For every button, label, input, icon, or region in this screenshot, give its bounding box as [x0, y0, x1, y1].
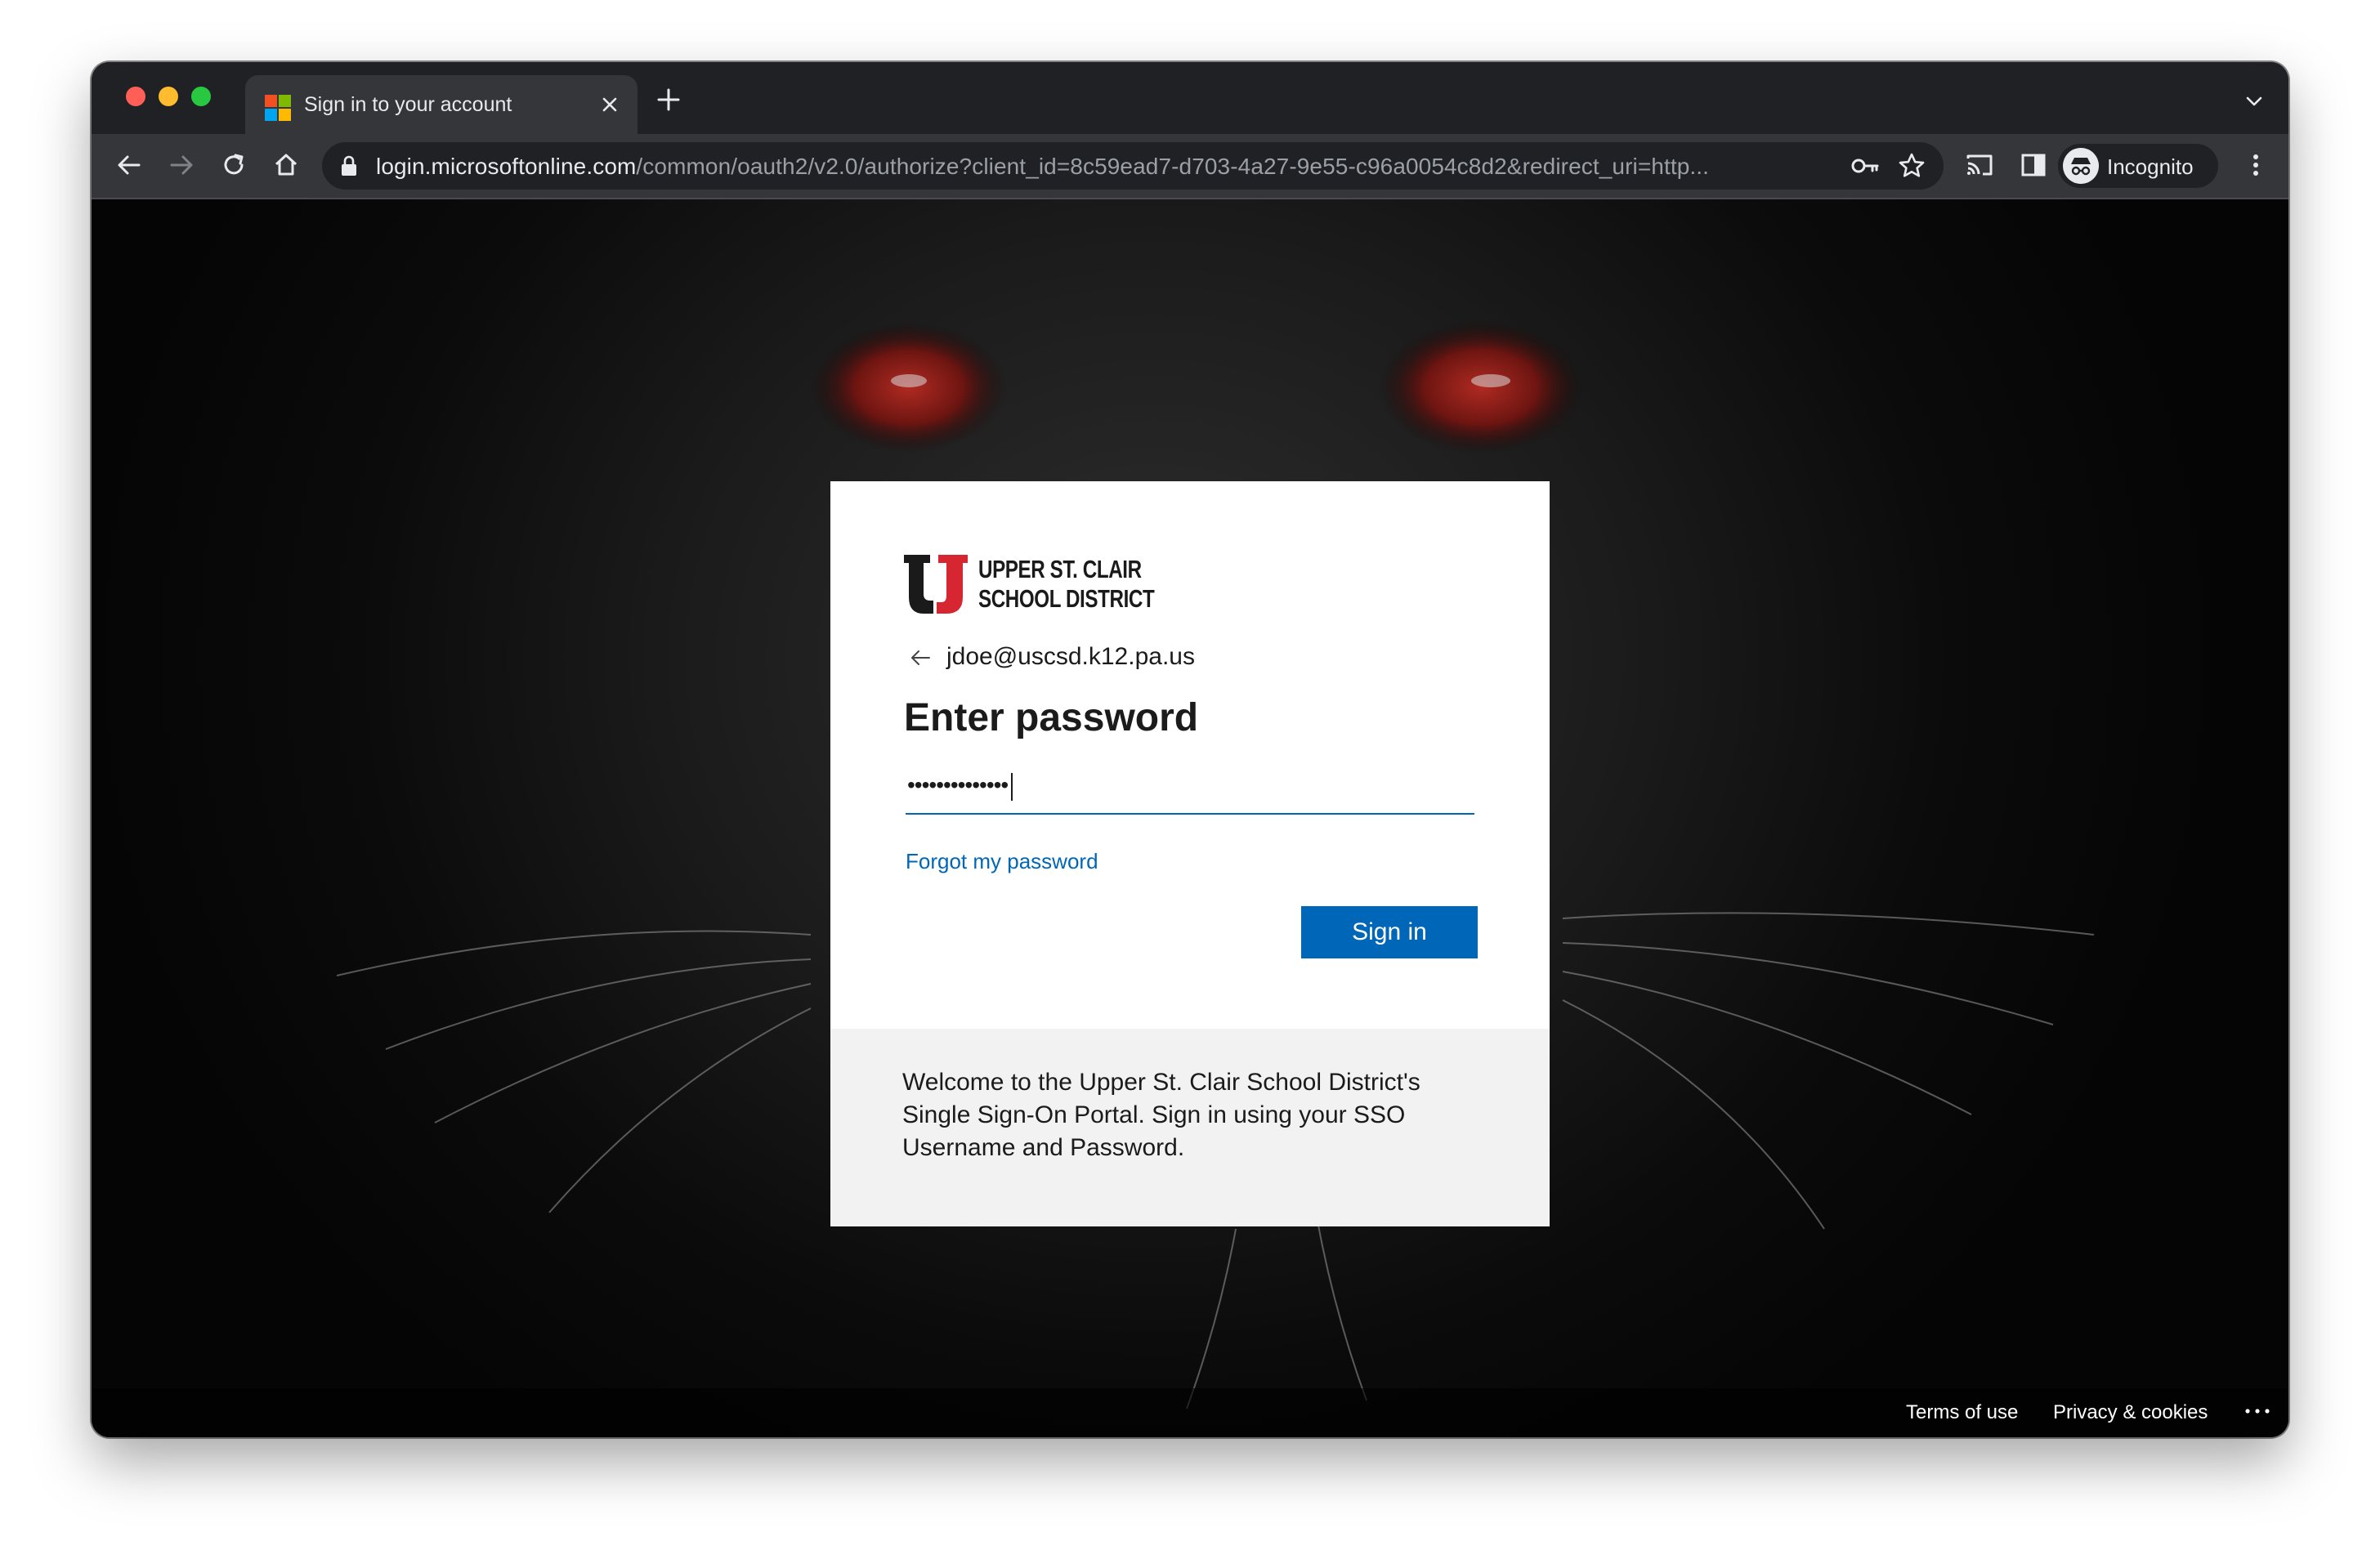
logo-text-line1: UPPER ST. CLAIR	[978, 555, 1142, 583]
password-value: ••••••••••••••	[907, 772, 1013, 801]
lock-icon[interactable]	[340, 155, 358, 176]
incognito-icon	[2063, 148, 2099, 184]
new-tab-icon[interactable]	[655, 87, 682, 113]
close-tab-icon[interactable]	[598, 93, 621, 116]
more-options-icon[interactable]: ...	[2241, 1398, 2274, 1423]
welcome-text: Welcome to the Upper St. Clair School Di…	[902, 1069, 1420, 1161]
more-menu-icon[interactable]	[2239, 149, 2272, 181]
tab-title: Sign in to your account	[304, 93, 512, 116]
back-icon[interactable]	[113, 149, 145, 181]
url-path: /common/oauth2/v2.0/authorize?client_id=…	[636, 154, 1710, 179]
district-logo-mark	[904, 555, 968, 614]
incognito-label: Incognito	[2107, 154, 2194, 179]
microsoft-logo-icon	[265, 95, 291, 121]
address-bar[interactable]: login.microsoftonline.com/common/oauth2/…	[322, 142, 1944, 190]
page-content: UPPER ST. CLAIR SCHOOL DISTRICT jdoe@usc…	[92, 199, 2288, 1437]
page-title: Enter password	[904, 696, 1199, 739]
district-logo: UPPER ST. CLAIR SCHOOL DISTRICT	[904, 555, 1155, 619]
close-window-button[interactable]	[126, 87, 145, 106]
minimize-window-button[interactable]	[159, 87, 178, 106]
forgot-password-link[interactable]: Forgot my password	[906, 849, 1098, 874]
maximize-window-button[interactable]	[191, 87, 211, 106]
side-panel-icon[interactable]	[2017, 149, 2050, 181]
back-arrow-icon[interactable]	[909, 646, 932, 669]
browser-window: Sign in to your account login.microsofto…	[92, 62, 2288, 1437]
bookmark-star-icon[interactable]	[1898, 152, 1926, 180]
key-icon[interactable]	[1850, 154, 1880, 178]
cast-icon[interactable]	[1963, 149, 1996, 181]
password-input[interactable]: ••••••••••••••	[906, 767, 1474, 815]
district-logo-text: UPPER ST. CLAIR SCHOOL DISTRICT	[978, 555, 1155, 614]
page-footer: Terms of use Privacy & cookies ...	[92, 1388, 2288, 1437]
home-icon[interactable]	[270, 149, 302, 181]
incognito-profile-button[interactable]: Incognito	[2058, 144, 2218, 188]
logo-text-line2: SCHOOL DISTRICT	[978, 584, 1155, 613]
signin-card: UPPER ST. CLAIR SCHOOL DISTRICT jdoe@usc…	[830, 481, 1550, 1226]
chevron-down-icon[interactable]	[2243, 90, 2266, 113]
browser-toolbar: login.microsoftonline.com/common/oauth2/…	[92, 134, 2288, 199]
url-text[interactable]: login.microsoftonline.com/common/oauth2/…	[376, 154, 1709, 180]
text-caret	[1011, 772, 1013, 801]
identity-email: jdoe@uscsd.k12.pa.us	[946, 643, 1195, 670]
welcome-banner: Welcome to the Upper St. Clair School Di…	[830, 1029, 1550, 1226]
forward-icon[interactable]	[165, 149, 198, 181]
password-dots: ••••••••••••••	[907, 772, 1009, 797]
tab-sign-in[interactable]: Sign in to your account	[245, 75, 638, 134]
privacy-cookies-link[interactable]: Privacy & cookies	[2053, 1401, 2208, 1424]
sign-in-button[interactable]: Sign in	[1301, 906, 1478, 958]
terms-of-use-link[interactable]: Terms of use	[1906, 1401, 2018, 1424]
tab-strip: Sign in to your account	[92, 62, 2288, 134]
reload-icon[interactable]	[217, 149, 250, 181]
url-host: login.microsoftonline.com	[376, 154, 637, 179]
